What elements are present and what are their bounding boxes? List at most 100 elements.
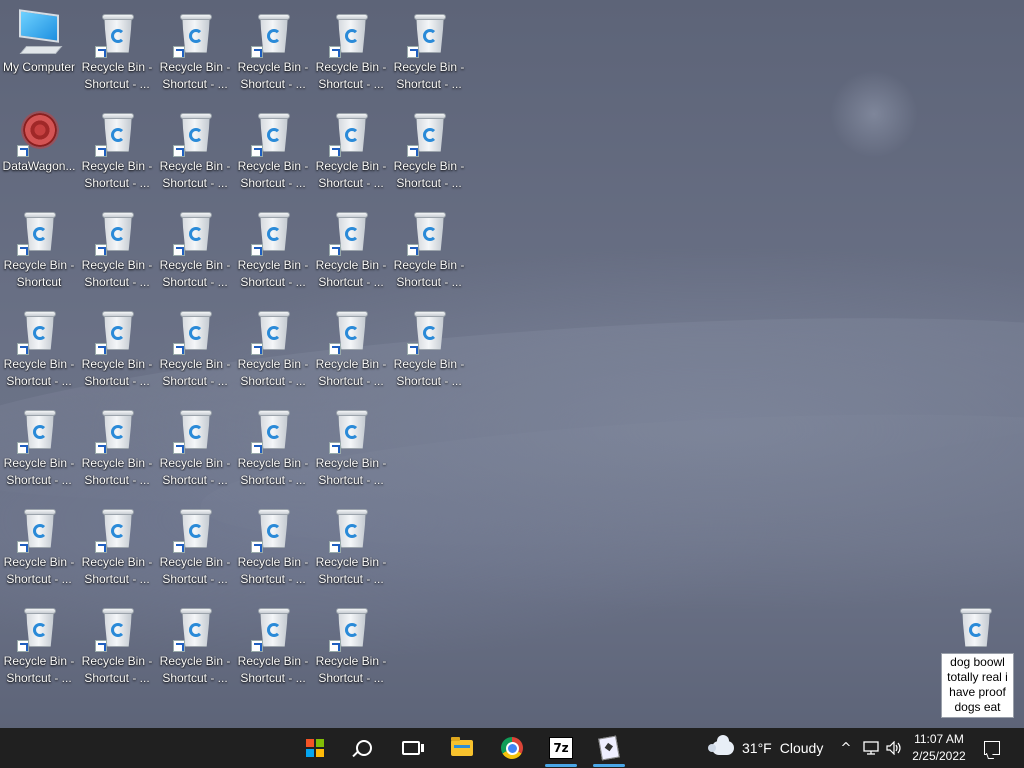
desktop-icon-label: Shortcut - ... — [240, 374, 306, 388]
recycle-bin-icon — [95, 307, 139, 355]
desktop-icon-recycle-bin-shortcut[interactable]: Recycle Bin - Shortcut - ... — [312, 303, 390, 399]
shortcut-arrow-icon — [251, 442, 263, 454]
notification-center-button[interactable] — [980, 728, 1004, 768]
desktop-icon-recycle-bin-shortcut[interactable]: Recycle Bin - Shortcut - ... — [156, 6, 234, 102]
desktop-icon-recycle-bin-shortcut[interactable]: Recycle Bin - Shortcut - ... — [156, 501, 234, 597]
desktop-icon-label: Shortcut - ... — [162, 374, 228, 388]
recycle-bin-icon — [95, 604, 139, 652]
desktop-icon-dog-bowl[interactable] — [936, 600, 1014, 652]
desktop-icon-recycle-bin-shortcut[interactable]: Recycle Bin - Shortcut - ... — [78, 501, 156, 597]
desktop-icon-recycle-bin-shortcut[interactable]: Recycle Bin - Shortcut - ... — [156, 402, 234, 498]
recycle-bin-icon — [173, 505, 217, 553]
notification-icon — [984, 741, 1000, 755]
taskbar-app-solitaire[interactable] — [587, 728, 631, 768]
task-view-button[interactable] — [389, 728, 433, 768]
desktop-icon-label: Shortcut - ... — [162, 671, 228, 685]
recycle-bin-icon — [95, 109, 139, 157]
shortcut-arrow-icon — [407, 343, 419, 355]
start-button[interactable] — [293, 728, 337, 768]
desktop[interactable]: My Computer Recycle Bin - Shortcut - ... Re… — [0, 0, 1024, 728]
desktop-icon-recycle-bin-shortcut[interactable]: Recycle Bin - Shortcut - ... — [312, 105, 390, 201]
desktop-icon-recycle-bin-shortcut[interactable]: Recycle Bin - Shortcut - ... — [156, 303, 234, 399]
taskbar-app-chrome[interactable] — [490, 728, 534, 768]
windows-start-icon — [306, 739, 324, 757]
shortcut-arrow-icon — [251, 244, 263, 256]
desktop-icon-recycle-bin-shortcut[interactable]: Recycle Bin - Shortcut - ... — [312, 402, 390, 498]
desktop-icon-label: Shortcut - ... — [162, 473, 228, 487]
clock-time: 11:07 AM — [914, 732, 964, 746]
recycle-bin-icon — [329, 109, 373, 157]
recycle-bin-icon — [407, 10, 451, 58]
shortcut-arrow-icon — [329, 640, 341, 652]
desktop-icon-recycle-bin-shortcut[interactable]: Recycle Bin - Shortcut - ... — [234, 501, 312, 597]
weather-condition: Cloudy — [779, 740, 824, 756]
desktop-icon-recycle-bin-shortcut[interactable]: Recycle Bin - Shortcut - ... — [234, 105, 312, 201]
desktop-icon-recycle-bin-shortcut[interactable]: Recycle Bin - Shortcut - ... — [78, 402, 156, 498]
desktop-icon-label: Recycle Bin - — [81, 456, 153, 470]
desktop-icon-recycle-bin-shortcut[interactable]: Recycle Bin - Shortcut - ... — [0, 501, 78, 597]
desktop-icon-recycle-bin-shortcut[interactable]: Recycle Bin - Shortcut - ... — [390, 6, 468, 102]
desktop-icon-label: Shortcut - ... — [318, 374, 384, 388]
desktop-icon-my-computer[interactable]: My Computer — [0, 6, 78, 102]
shortcut-arrow-icon — [407, 145, 419, 157]
weather-widget[interactable]: 31°F Cloudy — [708, 728, 824, 768]
desktop-icon-label: Recycle Bin - — [3, 555, 75, 569]
desktop-icon-label: Recycle Bin - — [237, 654, 309, 668]
desktop-icon-recycle-bin-shortcut[interactable]: Recycle Bin - Shortcut - ... — [78, 303, 156, 399]
desktop-icon-recycle-bin-shortcut[interactable]: Recycle Bin - Shortcut - ... — [234, 600, 312, 696]
desktop-icon-recycle-bin-shortcut[interactable]: Recycle Bin - Shortcut - ... — [78, 6, 156, 102]
desktop-icon-label: Recycle Bin - — [3, 456, 75, 470]
desktop-icon-recycle-bin-shortcut[interactable]: Recycle Bin - Shortcut - ... — [312, 204, 390, 300]
desktop-icon-recycle-bin-shortcut[interactable]: Recycle Bin - Shortcut - ... — [390, 204, 468, 300]
desktop-icon-recycle-bin-shortcut[interactable]: Recycle Bin - Shortcut - ... — [78, 600, 156, 696]
network-button[interactable] — [860, 728, 882, 768]
desktop-icon-recycle-bin-shortcut[interactable]: Recycle Bin - Shortcut - ... — [0, 600, 78, 696]
recycle-bin-icon — [251, 406, 295, 454]
desktop-icon-label: Shortcut - ... — [84, 473, 150, 487]
desktop-icon-recycle-bin-shortcut[interactable]: Recycle Bin - Shortcut - ... — [234, 303, 312, 399]
desktop-icon-label: Shortcut - ... — [318, 473, 384, 487]
search-button[interactable] — [342, 728, 386, 768]
desktop-icon-recycle-bin-shortcut[interactable]: Recycle Bin - Shortcut - ... — [0, 303, 78, 399]
desktop-icon-recycle-bin-shortcut[interactable]: Recycle Bin - Shortcut - ... — [312, 501, 390, 597]
desktop-icon-recycle-bin-shortcut[interactable]: Recycle Bin - Shortcut - ... — [390, 303, 468, 399]
desktop-icon-recycle-bin-shortcut[interactable]: Recycle Bin - Shortcut - ... — [0, 402, 78, 498]
taskbar-app-7zip[interactable]: 7z — [539, 728, 583, 768]
desktop-icon-label: Recycle Bin - — [159, 258, 231, 272]
desktop-icon-label: Shortcut - ... — [84, 572, 150, 586]
desktop-icon-recycle-bin-shortcut[interactable]: Recycle Bin - Shortcut - ... — [78, 204, 156, 300]
desktop-icon-recycle-bin-shortcut[interactable]: Recycle Bin - Shortcut - ... — [156, 600, 234, 696]
shortcut-arrow-icon — [17, 541, 29, 553]
desktop-icon-label: Recycle Bin - — [159, 357, 231, 371]
dog-bowl-label[interactable]: dog boowl totally real i have proof dogs… — [941, 653, 1014, 718]
taskbar-app-file-explorer[interactable] — [440, 728, 484, 768]
desktop-icon-recycle-bin-shortcut[interactable]: Recycle Bin - Shortcut - ... — [312, 6, 390, 102]
volume-button[interactable] — [884, 728, 906, 768]
desktop-icon-recycle-bin-shortcut[interactable]: Recycle Bin - Shortcut - ... — [78, 105, 156, 201]
desktop-icon-label: Recycle Bin - — [237, 555, 309, 569]
desktop-icon-recycle-bin-shortcut[interactable]: Recycle Bin - Shortcut - ... — [234, 6, 312, 102]
recycle-bin-icon — [251, 604, 295, 652]
desktop-icon-label: Recycle Bin - — [159, 555, 231, 569]
desktop-icon-label: Shortcut - ... — [396, 77, 462, 91]
shortcut-arrow-icon — [173, 442, 185, 454]
desktop-icon-label: Shortcut - ... — [240, 473, 306, 487]
recycle-bin-icon — [17, 406, 61, 454]
recycle-bin-icon — [17, 604, 61, 652]
shortcut-arrow-icon — [251, 541, 263, 553]
desktop-icon-recycle-bin-shortcut[interactable]: Recycle Bin - Shortcut - ... — [234, 204, 312, 300]
shortcut-arrow-icon — [173, 46, 185, 58]
recycle-bin-icon — [95, 10, 139, 58]
desktop-icon-recycle-bin-shortcut[interactable]: Recycle Bin - Shortcut — [0, 204, 78, 300]
desktop-icon-recycle-bin-shortcut[interactable]: Recycle Bin - Shortcut - ... — [156, 105, 234, 201]
desktop-icon-recycle-bin-shortcut[interactable]: Recycle Bin - Shortcut - ... — [234, 402, 312, 498]
desktop-icon-recycle-bin-shortcut[interactable]: Recycle Bin - Shortcut - ... — [390, 105, 468, 201]
desktop-icon-label: Recycle Bin - — [159, 456, 231, 470]
show-hidden-icons-button[interactable]: ^ — [836, 728, 856, 768]
desktop-icon-recycle-bin-shortcut[interactable]: Recycle Bin - Shortcut - ... — [156, 204, 234, 300]
clock[interactable]: 11:07 AM 2/25/2022 — [905, 731, 973, 765]
desktop-icon-datawagon[interactable]: DataWagon... — [0, 105, 78, 201]
shortcut-arrow-icon — [329, 145, 341, 157]
desktop-icon-label: My Computer — [2, 60, 76, 74]
desktop-icon-recycle-bin-shortcut[interactable]: Recycle Bin - Shortcut - ... — [312, 600, 390, 696]
